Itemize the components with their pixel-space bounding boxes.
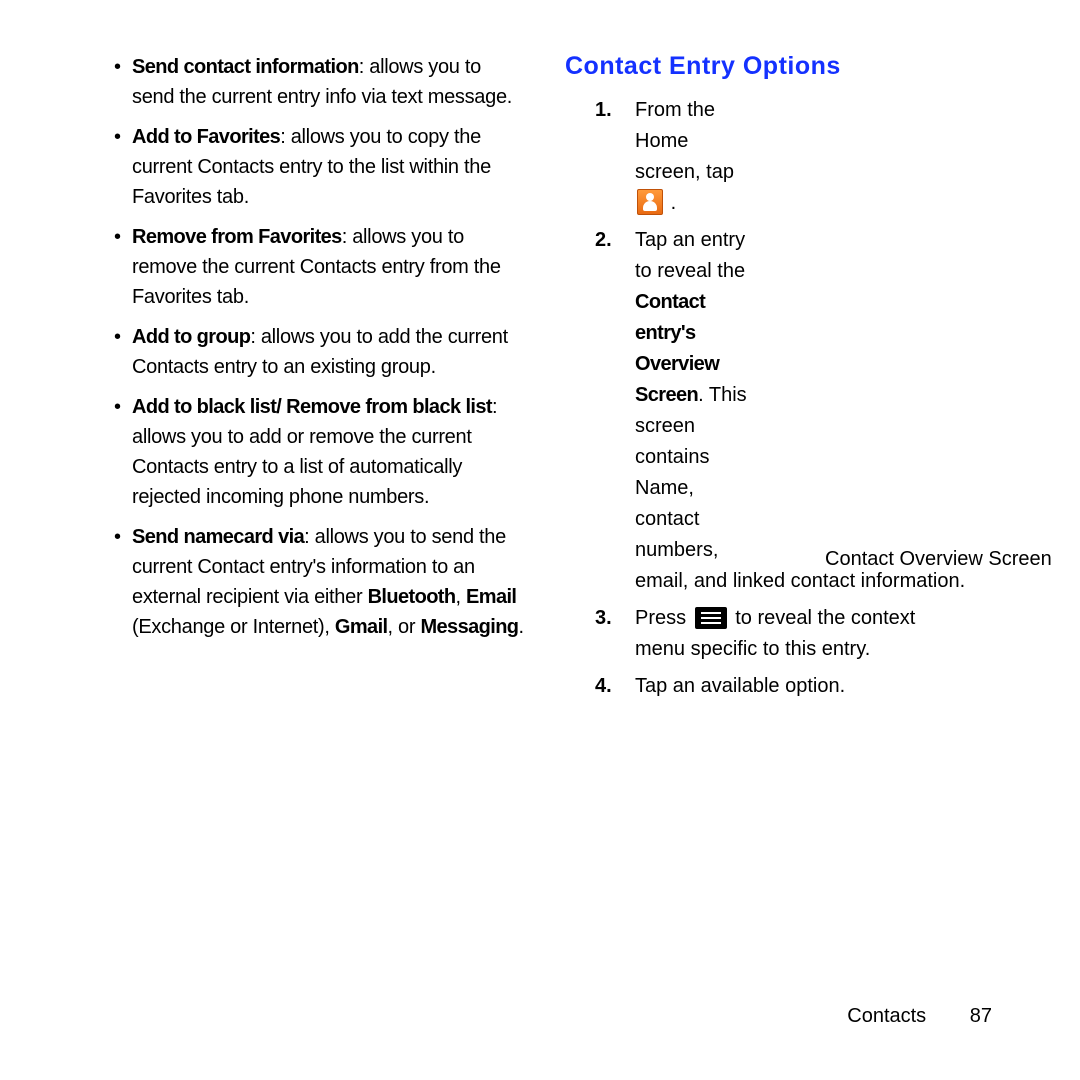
bluetooth: Bluetooth: [368, 586, 456, 608]
step-number: 1.: [595, 95, 612, 126]
list-item: Remove from Favorites: allows you to rem…: [132, 222, 525, 312]
term: Send contact information: [132, 56, 359, 78]
step-1: 1. From the Home screen, tap .: [635, 95, 1000, 219]
step-body: Press to reveal the context menu specifi…: [635, 603, 970, 665]
section-heading: Contact Entry Options: [565, 52, 1000, 81]
term: Send namecard via: [132, 526, 304, 548]
messaging: Messaging: [420, 616, 518, 638]
step-4: 4. Tap an available option.: [635, 671, 1000, 702]
menu-icon: [695, 607, 727, 629]
list-item: Send contact information: allows you to …: [132, 52, 525, 112]
page-footer: Contacts 87: [847, 1005, 992, 1028]
manual-page: Send contact information: allows you to …: [0, 0, 1080, 1080]
step-2: 2. Tap an entry to reveal the Contact en…: [635, 225, 1000, 597]
left-column: Send contact information: allows you to …: [110, 52, 525, 708]
term: Add to Favorites: [132, 126, 280, 148]
term: Add to black list/ Remove from black lis…: [132, 396, 492, 418]
gmail: Gmail: [335, 616, 388, 638]
step-body: Tap an entry to reveal the Contact entry…: [635, 225, 1000, 597]
options-list: Send contact information: allows you to …: [110, 52, 525, 642]
two-column-layout: Send contact information: allows you to …: [110, 52, 1000, 708]
step-list: 1. From the Home screen, tap . 2. Tap an…: [565, 95, 1000, 702]
step-number: 3.: [595, 603, 612, 634]
step-number: 2.: [595, 225, 612, 256]
chapter-name: Contacts: [847, 1005, 926, 1027]
list-item: Add to group: allows you to add the curr…: [132, 322, 525, 382]
list-item: Add to black list/ Remove from black lis…: [132, 392, 525, 512]
list-item: Add to Favorites: allows you to copy the…: [132, 122, 525, 212]
step-body: Tap an available option.: [635, 671, 970, 702]
list-item: Send namecard via: allows you to send th…: [132, 522, 525, 642]
right-column: Contact Entry Options 1. From the Home s…: [565, 52, 1000, 708]
contacts-icon: [637, 189, 663, 215]
page-number: 87: [970, 1005, 992, 1028]
email: Email: [466, 586, 516, 608]
step-number: 4.: [595, 671, 612, 702]
term: Add to group: [132, 326, 250, 348]
figure-caption: Contact Overview Screen: [825, 544, 1052, 575]
term: Remove from Favorites: [132, 226, 342, 248]
step-3: 3. Press to reveal the context menu spec…: [635, 603, 1000, 665]
step-body: From the Home screen, tap .: [635, 95, 753, 219]
